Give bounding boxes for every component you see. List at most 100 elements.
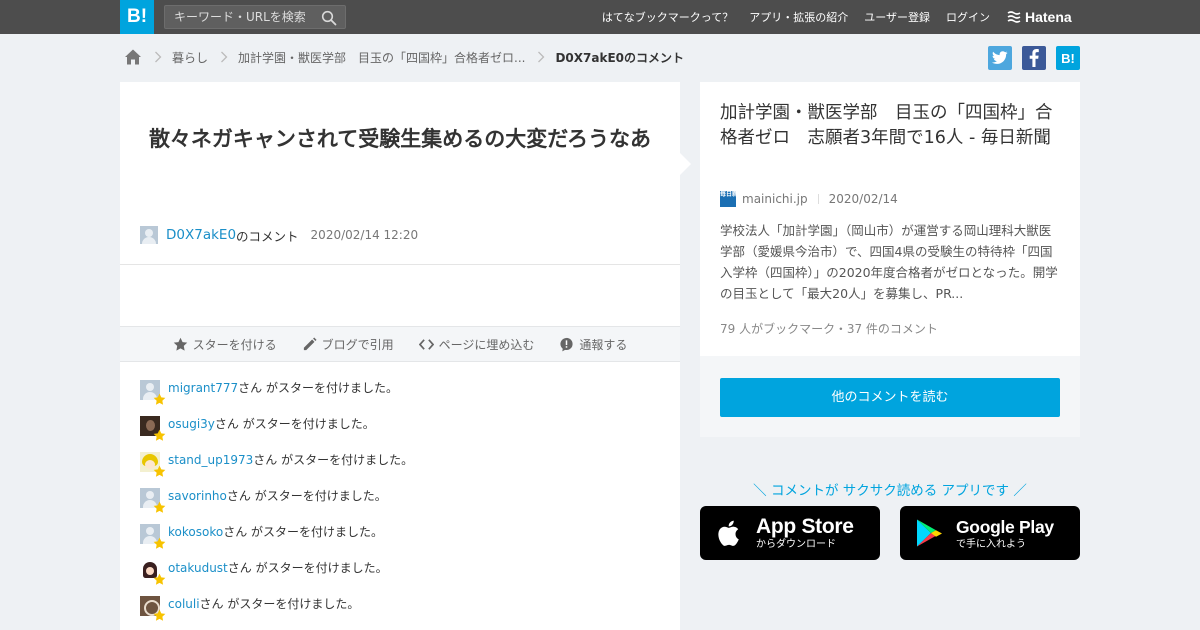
star-list: migrant777 さん がスターを付けました。 osugi3y さん がスターを… bbox=[140, 380, 660, 630]
hatena-bookmark-logo[interactable]: B! bbox=[120, 0, 154, 34]
share-facebook-button[interactable] bbox=[1022, 46, 1046, 70]
star-icon bbox=[153, 393, 166, 405]
avatar[interactable] bbox=[140, 488, 166, 513]
search-icon[interactable] bbox=[321, 10, 337, 26]
star-icon bbox=[153, 429, 166, 441]
star-icon bbox=[153, 501, 166, 513]
breadcrumb-entry[interactable]: 加計学園・獣医学部 目玉の「四国枠」合格者ゼロ... bbox=[238, 49, 525, 66]
card-pointer bbox=[680, 153, 691, 175]
app-store-label: App Store bbox=[756, 514, 854, 538]
comment-card: 散々ネガキャンされて受験生集めるの大変だろうなあ D0X7akE0 のコメント … bbox=[120, 82, 680, 630]
comment-timestamp[interactable]: 2020/02/14 12:20 bbox=[311, 228, 419, 242]
share-hatena-button[interactable]: B! bbox=[1056, 46, 1080, 70]
hatena-brand[interactable]: Hatena bbox=[1007, 8, 1072, 26]
code-icon bbox=[418, 338, 434, 350]
report-label: 通報する bbox=[579, 337, 628, 352]
star-user-link[interactable]: savorinho bbox=[168, 488, 227, 504]
divider bbox=[120, 264, 680, 265]
star-user-link[interactable]: coluli bbox=[168, 596, 200, 612]
nav-login[interactable]: ログイン bbox=[946, 9, 990, 25]
star-user-link[interactable]: stand_up1973 bbox=[168, 452, 253, 468]
share-twitter-button[interactable] bbox=[988, 46, 1012, 70]
apple-icon bbox=[718, 520, 739, 546]
app-promo-text: ＼ コメントが サクサク読める アプリです ／ bbox=[753, 483, 1027, 499]
star-user-link[interactable]: otakudust bbox=[168, 560, 228, 576]
search-input[interactable] bbox=[165, 6, 315, 28]
star-message: さん がスターを付けました。 bbox=[227, 561, 388, 575]
star-message: さん がスターを付けました。 bbox=[223, 525, 384, 539]
embed-label: ページに埋め込む bbox=[438, 337, 535, 352]
breadcrumb-category[interactable]: 暮らし bbox=[172, 49, 208, 66]
star-icon bbox=[173, 337, 187, 351]
entry-stats[interactable]: 79 人がブックマーク・37 件のコメント bbox=[720, 320, 938, 337]
breadcrumb-current: D0X7akE0のコメント bbox=[555, 50, 685, 65]
avatar[interactable] bbox=[140, 596, 166, 621]
nav-about[interactable]: はてなブックマークって？ bbox=[602, 9, 733, 25]
star-message: さん がスターを付けました。 bbox=[238, 381, 398, 395]
site-favicon: 毎日新聞 bbox=[720, 191, 744, 207]
google-play-icon bbox=[917, 519, 942, 547]
avatar[interactable] bbox=[140, 226, 158, 244]
twitter-icon bbox=[992, 51, 1008, 64]
list-item: coluli さん がスターを付けました。 bbox=[140, 596, 660, 630]
avatar[interactable] bbox=[140, 560, 166, 585]
entry-title-link[interactable]: 加計学園・獣医学部 目玉の「四国枠」合格者ゼロ 志願者3年間で16人 - 毎日新… bbox=[720, 101, 1065, 151]
embed-button[interactable]: ページに埋め込む bbox=[418, 336, 535, 353]
star-user-link[interactable]: osugi3y bbox=[168, 416, 215, 432]
hatena-mark-icon bbox=[1007, 11, 1021, 23]
chevron-right-icon bbox=[155, 51, 162, 63]
divider bbox=[817, 194, 819, 204]
star-icon bbox=[153, 537, 166, 549]
app-store-button[interactable]: App Store からダウンロード bbox=[700, 506, 880, 560]
comment-action-bar: スターを付ける ブログで引用 ページに埋め込む 通報する bbox=[120, 326, 680, 362]
comment-author-suffix: のコメント bbox=[236, 228, 299, 244]
alert-icon bbox=[560, 337, 573, 351]
avatar[interactable] bbox=[140, 380, 166, 405]
avatar[interactable] bbox=[140, 452, 166, 477]
chevron-right-icon bbox=[538, 51, 545, 63]
list-item: stand_up1973 さん がスターを付けました。 bbox=[140, 452, 660, 488]
entry-date: 2020/02/14 bbox=[828, 192, 898, 206]
blog-quote-label: ブログで引用 bbox=[321, 337, 394, 352]
star-user-link[interactable]: migrant777 bbox=[168, 380, 238, 396]
hatena-brand-label: Hatena bbox=[1025, 9, 1072, 25]
entry-description: 学校法人「加計学園」（岡山市）が運営する岡山理科大獣医学部（愛媛県今治市）で、四… bbox=[720, 223, 1058, 301]
list-item: kokosoko さん がスターを付けました。 bbox=[140, 524, 660, 560]
app-store-sub: からダウンロード bbox=[756, 538, 836, 550]
search-box bbox=[164, 5, 346, 29]
chevron-right-icon bbox=[221, 51, 228, 63]
google-play-label: Google Play bbox=[956, 516, 1054, 537]
header-nav: はてなブックマークって？ アプリ・拡張の紹介 ユーザー登録 ログイン bbox=[602, 0, 990, 34]
google-play-text: Google Play で手に入れよう bbox=[956, 516, 1054, 551]
star-message: さん がスターを付けました。 bbox=[214, 417, 375, 431]
avatar[interactable] bbox=[140, 416, 166, 441]
comment-author-link[interactable]: D0X7akE0 bbox=[166, 227, 236, 243]
comment-body: 散々ネガキャンされて受験生集めるの大変だろうなあ bbox=[148, 127, 652, 151]
star-message: さん がスターを付けました。 bbox=[226, 489, 387, 503]
list-item: otakudust さん がスターを付けました。 bbox=[140, 560, 660, 596]
star-icon bbox=[153, 609, 166, 621]
star-icon bbox=[153, 573, 166, 585]
list-item: migrant777 さん がスターを付けました。 bbox=[140, 380, 660, 416]
avatar[interactable] bbox=[140, 524, 166, 549]
google-play-sub: で手に入れよう bbox=[956, 538, 1026, 550]
entry-card-footer: 他のコメントを読む bbox=[700, 356, 1080, 437]
list-item: osugi3y さん がスターを付けました。 bbox=[140, 416, 660, 452]
star-user-link[interactable]: kokosoko bbox=[168, 524, 223, 540]
nav-apps[interactable]: アプリ・拡張の紹介 bbox=[749, 9, 848, 25]
home-icon[interactable] bbox=[124, 48, 142, 66]
entry-card: 加計学園・獣医学部 目玉の「四国枠」合格者ゼロ 志願者3年間で16人 - 毎日新… bbox=[700, 82, 1080, 356]
entry-domain[interactable]: mainichi.jp bbox=[742, 192, 808, 206]
entry-meta: 毎日新聞 mainichi.jp 2020/02/14 bbox=[720, 191, 898, 207]
app-store-text: App Store からダウンロード bbox=[756, 514, 854, 551]
facebook-icon bbox=[1029, 49, 1039, 67]
google-play-button[interactable]: Google Play で手に入れよう bbox=[900, 506, 1080, 560]
read-other-comments-button[interactable]: 他のコメントを読む bbox=[720, 378, 1060, 417]
report-button[interactable]: 通報する bbox=[559, 336, 627, 353]
star-message: さん がスターを付けました。 bbox=[199, 597, 360, 611]
add-star-button[interactable]: スターを付ける bbox=[173, 336, 277, 353]
blog-quote-button[interactable]: ブログで引用 bbox=[302, 336, 394, 353]
list-item: savorinho さん がスターを付けました。 bbox=[140, 488, 660, 524]
star-icon bbox=[153, 465, 166, 477]
nav-register[interactable]: ユーザー登録 bbox=[864, 9, 930, 25]
